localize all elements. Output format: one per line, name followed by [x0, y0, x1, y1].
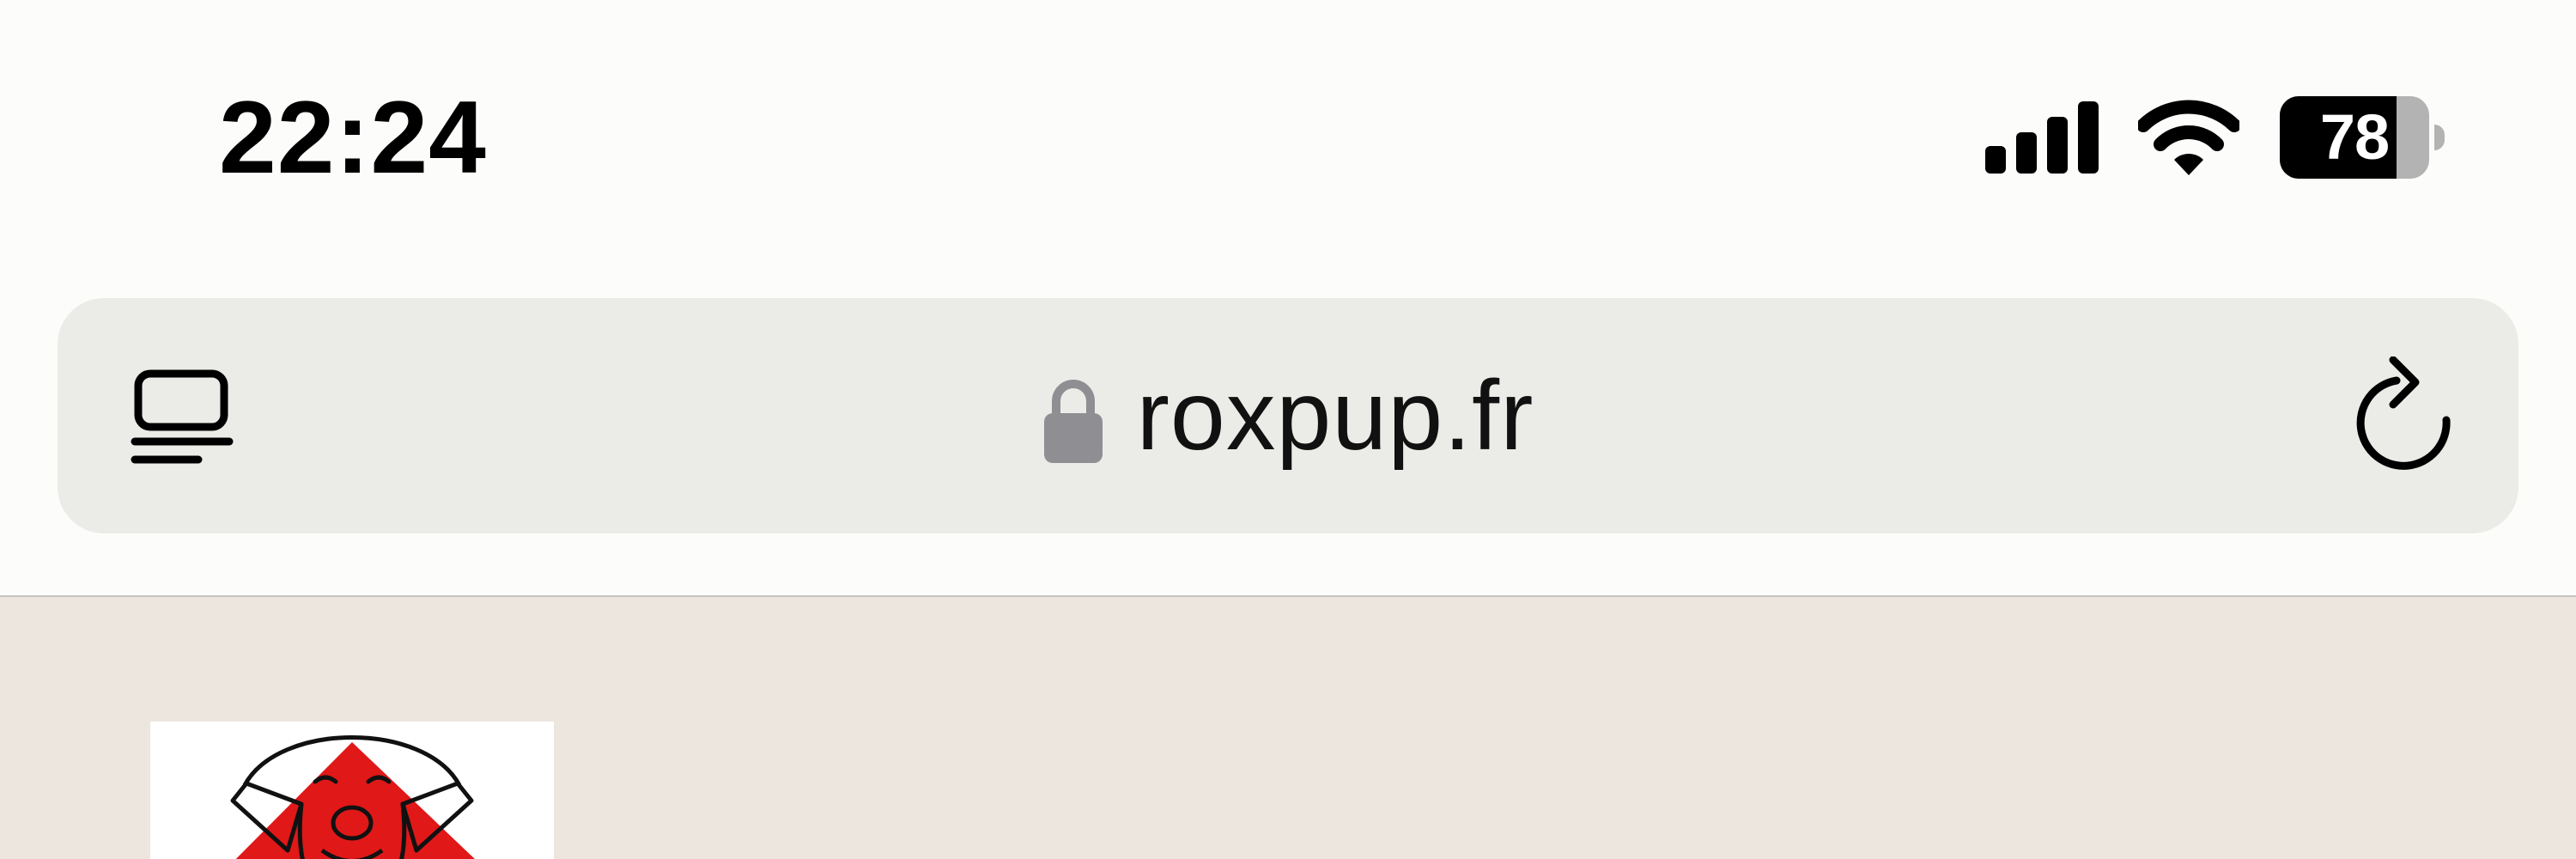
wifi-icon — [2138, 100, 2239, 175]
site-logo[interactable] — [150, 722, 554, 859]
web-content — [0, 597, 2576, 859]
browser-screen: 22:24 78 roxpup.fr — [0, 0, 2576, 859]
lock-icon — [1043, 380, 1103, 463]
battery-tip — [2434, 125, 2445, 150]
url-field[interactable]: roxpup.fr — [58, 298, 2518, 533]
reload-icon — [2356, 356, 2451, 470]
status-bar: 22:24 78 — [0, 0, 2576, 283]
battery-level: 78 — [2319, 101, 2390, 173]
status-time: 22:24 — [219, 80, 487, 195]
battery-body: 78 — [2280, 96, 2429, 179]
reader-mode-button[interactable] — [126, 360, 238, 472]
address-bar[interactable]: roxpup.fr — [58, 298, 2518, 533]
reader-mode-icon — [131, 369, 234, 464]
cellular-signal-icon — [1985, 101, 2099, 174]
url-text[interactable]: roxpup.fr — [1137, 356, 1534, 476]
reload-button[interactable] — [2350, 356, 2462, 477]
battery-indicator: 78 — [2280, 96, 2446, 179]
dog-head-logo — [230, 735, 475, 859]
